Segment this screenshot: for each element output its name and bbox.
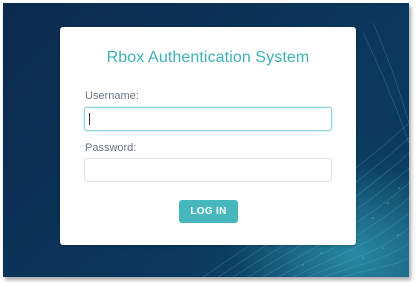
page-title: Rbox Authentication System [106, 49, 310, 66]
username-input[interactable] [84, 107, 332, 131]
text-cursor [89, 113, 90, 125]
login-button[interactable]: LOG IN [179, 200, 238, 223]
page-background: Rbox Authentication System Username: Pas… [3, 3, 409, 277]
username-label: Username: [85, 90, 139, 102]
login-card: Rbox Authentication System Username: Pas… [60, 27, 356, 245]
password-input[interactable] [84, 158, 332, 182]
password-label: Password: [85, 142, 137, 154]
